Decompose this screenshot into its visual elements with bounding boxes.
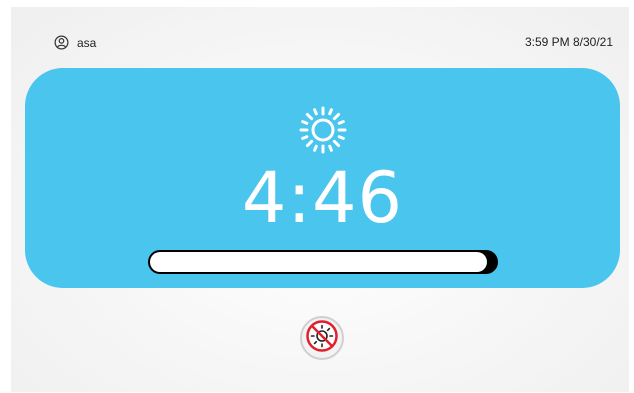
timer-card: 4:46	[25, 68, 620, 288]
user-circle-icon	[54, 35, 69, 50]
sun-icon	[297, 104, 349, 156]
no-sun-icon	[305, 319, 339, 358]
user-name: asa	[77, 35, 97, 50]
user-info[interactable]: asa	[54, 35, 96, 50]
timer-value: 4:46	[241, 157, 404, 239]
app-screen: asa 3:59 PM 8/30/21 4:46	[11, 7, 629, 392]
timer-progress-bar	[148, 250, 498, 274]
clock-date: 3:59 PM 8/30/21	[524, 35, 613, 49]
timer-progress-fill	[150, 252, 487, 272]
disable-sun-button[interactable]	[300, 316, 344, 360]
